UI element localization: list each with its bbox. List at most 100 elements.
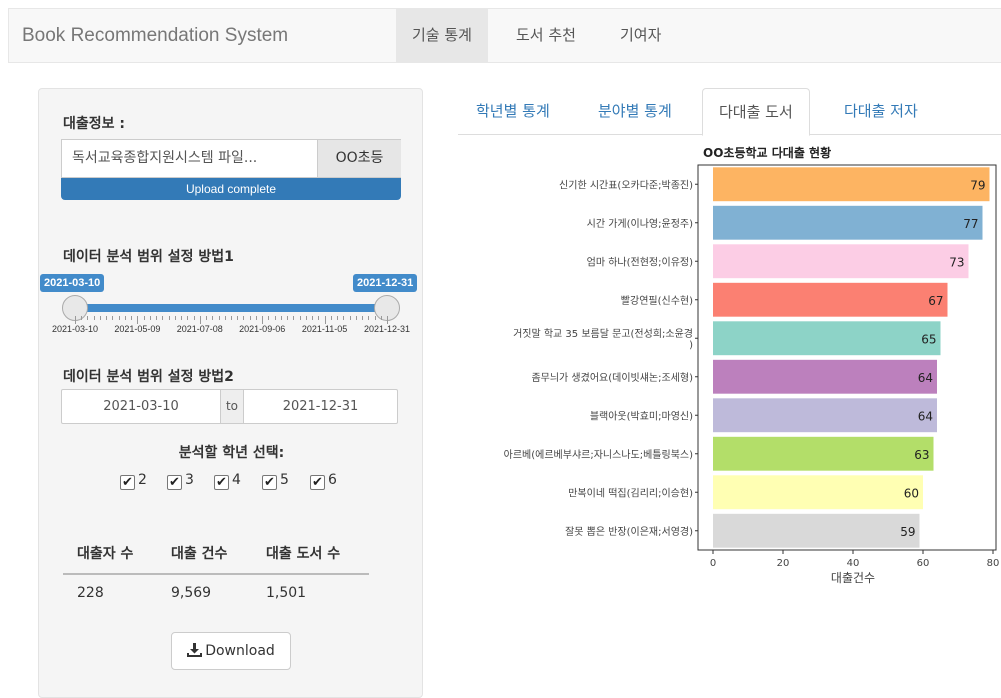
grade-checkbox-6[interactable]: ✔ 6 — [310, 472, 337, 492]
brand-title[interactable]: Book Recommendation System — [22, 25, 288, 47]
nav-item-recommendation[interactable]: 도서 추천 — [500, 9, 592, 62]
tab-popular-authors[interactable]: 다대출 저자 — [828, 88, 934, 135]
tab-genre-stats[interactable]: 분야별 통계 — [582, 88, 688, 135]
slider-tick — [355, 316, 357, 320]
nav-item-contributors[interactable]: 기여자 — [604, 9, 677, 62]
slider-tick-label: 2021-12-31 — [363, 324, 411, 334]
slider-tick — [187, 316, 189, 320]
slider-tick — [106, 316, 108, 320]
slider-tick — [268, 316, 270, 320]
stat-value-loans: 9,569 — [171, 585, 212, 601]
slider-from-badge: 2021-03-10 — [40, 274, 105, 292]
slider-tick — [374, 316, 376, 320]
grade-checkbox-2[interactable]: ✔ 2 — [120, 472, 147, 492]
slider-tick — [337, 316, 339, 320]
checkbox-check-icon[interactable]: ✔ — [310, 475, 325, 490]
x-axis: 0 20 40 60 80 — [710, 550, 1000, 569]
slider-tick — [75, 316, 76, 324]
checkbox-check-icon[interactable]: ✔ — [214, 475, 229, 490]
chart-title: OO초등학교 다대출 현황 — [703, 146, 832, 160]
stat-value-books: 1,501 — [266, 585, 307, 601]
bar — [713, 205, 983, 240]
slider-tick — [280, 316, 282, 320]
download-button[interactable]: Download — [171, 632, 291, 670]
slider-tick — [118, 316, 120, 320]
range1-label: 데이터 분석 범위 설정 방법1 — [63, 249, 234, 265]
slider-tick-label: 2021-05-09 — [114, 324, 161, 334]
browse-button[interactable]: OO초등 — [317, 140, 401, 177]
slider-tick — [255, 316, 257, 320]
slider-tick — [330, 316, 332, 320]
slider-ticks — [75, 316, 388, 324]
file-upload-input[interactable]: 독서교육종합지원시스템 파일... OO초등 — [61, 139, 401, 178]
slider-tick — [218, 316, 220, 320]
slider-tick — [143, 316, 145, 320]
slider-tick — [162, 316, 164, 320]
x-tick-label: 60 — [917, 558, 930, 569]
checkbox-check-icon[interactable]: ✔ — [262, 475, 277, 490]
stat-header-loans: 대출 건수 — [171, 546, 228, 562]
date-separator: to — [220, 390, 244, 423]
slider-tick — [87, 316, 89, 320]
bar-value-label: 67 — [928, 294, 943, 308]
bar-value-label: 63 — [914, 448, 929, 462]
grade-checkbox-3[interactable]: ✔ 3 — [167, 472, 194, 492]
stats-divider — [63, 573, 369, 575]
slider-tick — [274, 316, 276, 320]
loan-info-label: 대출정보 : — [63, 116, 125, 132]
stat-value-borrowers: 228 — [77, 585, 104, 601]
slider-tick — [343, 316, 345, 320]
bar — [713, 475, 923, 510]
date-range-slider[interactable]: 2021-03-10 2021-12-31 2021-03-10 2021-05-… — [40, 274, 423, 344]
bar-value-label: 60 — [904, 486, 919, 500]
slider-tick-label: 2021-11-05 — [301, 324, 348, 334]
slider-tick — [387, 316, 388, 324]
x-tick-label: 20 — [777, 558, 790, 569]
slider-tick — [99, 316, 101, 320]
grade-checkbox-4[interactable]: ✔ 4 — [214, 472, 241, 492]
bar — [713, 398, 937, 433]
slider-to-badge: 2021-12-31 — [353, 274, 418, 292]
bar-value-label: 77 — [963, 217, 978, 231]
slider-tick — [124, 316, 126, 320]
category-label: 엄마 하나(전현정;이유정) — [587, 255, 693, 268]
tab-grade-stats[interactable]: 학년별 통계 — [460, 88, 566, 135]
slider-tick — [149, 316, 151, 320]
date-range-input: 2021-03-10 to 2021-12-31 — [61, 389, 398, 424]
category-label: 신기한 시간표(오카다준;박종진) — [559, 179, 693, 191]
bar — [713, 282, 948, 317]
x-tick-label: 40 — [847, 558, 860, 569]
checkbox-check-icon[interactable]: ✔ — [120, 475, 135, 490]
slider-tick — [224, 316, 226, 320]
tab-popular-books[interactable]: 다대출 도서 — [702, 88, 810, 136]
slider-tick — [199, 316, 201, 324]
category-label: 아르베(에르베부샤르;자니스나도;베틀링북스) — [504, 449, 693, 461]
slider-tick — [299, 316, 301, 320]
file-name-display: 독서교육종합지원시스템 파일... — [72, 150, 258, 166]
slider-tick — [93, 316, 95, 320]
slider-tick-label: 2021-09-06 — [239, 324, 286, 334]
date-start-input[interactable]: 2021-03-10 — [62, 390, 220, 423]
category-label: 좀무늬가 생겼어요(데이빗섀논;조세형) — [531, 372, 693, 384]
download-label: Download — [205, 643, 275, 659]
slider-tick — [112, 316, 114, 320]
slider-tick — [305, 316, 307, 320]
bar-value-label: 73 — [949, 255, 964, 269]
x-tick-label: 80 — [987, 558, 1000, 569]
bar — [713, 167, 990, 202]
sidebar-panel: 대출정보 : 독서교육종합지원시스템 파일... OO초등 Upload com… — [38, 88, 423, 698]
checkbox-check-icon[interactable]: ✔ — [167, 475, 182, 490]
stat-header-books: 대출 도서 수 — [266, 546, 341, 562]
stat-header-borrowers: 대출자 수 — [77, 546, 134, 562]
x-axis-label: 대출건수 — [831, 571, 875, 585]
slider-tick — [181, 316, 183, 320]
category-label: 빨강연필(신수현) — [621, 295, 693, 307]
slider-tick — [206, 316, 208, 320]
slider-tick — [262, 316, 264, 324]
bar-value-label: 59 — [900, 525, 915, 539]
nav-item-statistics[interactable]: 기술 통계 — [396, 9, 488, 62]
grade-checkbox-5[interactable]: ✔ 5 — [262, 472, 289, 492]
slider-tick — [174, 316, 176, 320]
date-end-input[interactable]: 2021-12-31 — [244, 390, 397, 423]
slider-tick — [324, 316, 326, 324]
